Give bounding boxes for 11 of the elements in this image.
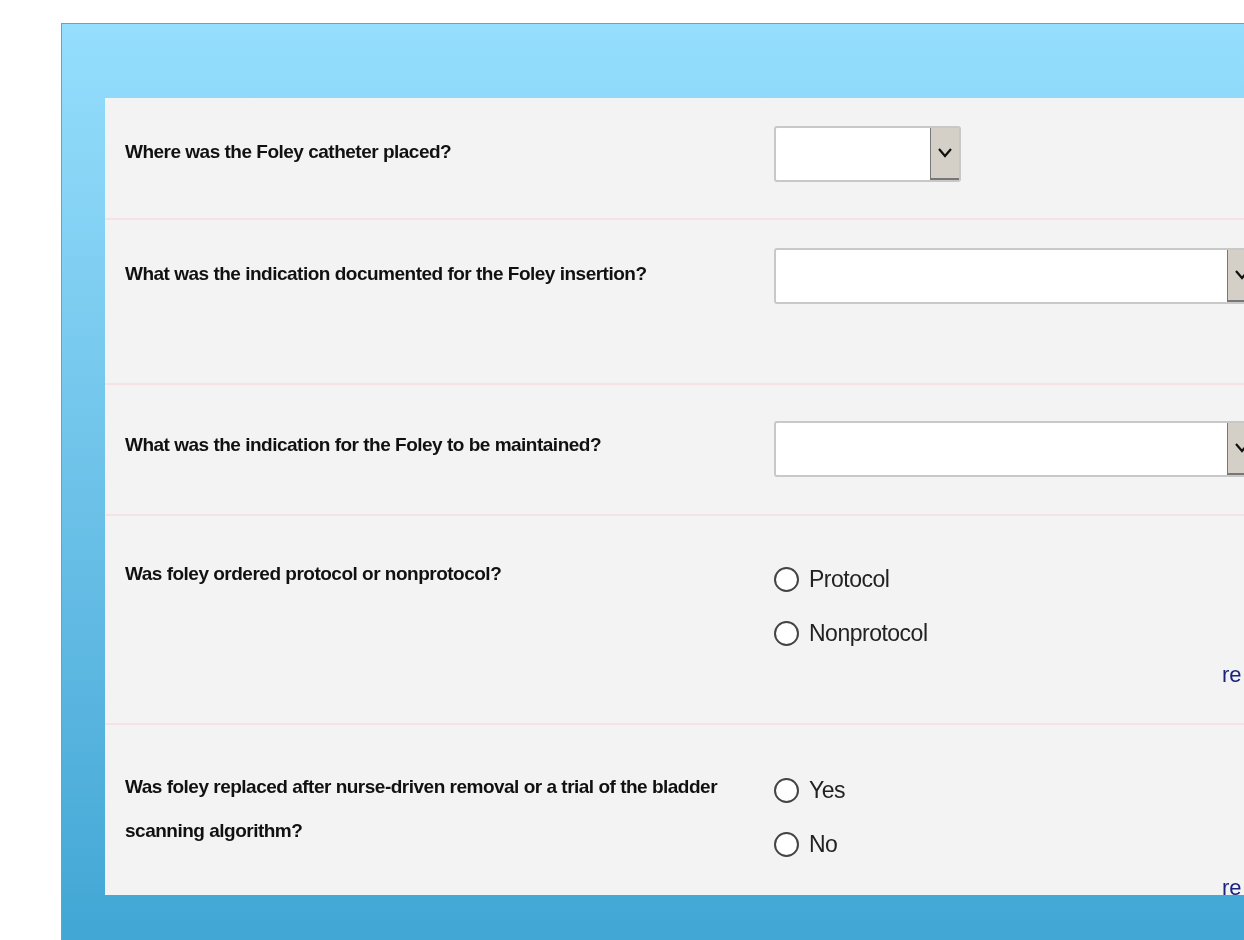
question-label: What was the indication for the Foley to be maintained? (125, 433, 603, 457)
reset-link[interactable]: re (1222, 658, 1242, 691)
question-label: Where was the Foley catheter placed? (125, 140, 453, 164)
option-label: No (809, 829, 838, 859)
question-label: Was foley replaced after nurse-driven removal or a trial of the bladder scanning algorithm? (125, 775, 719, 843)
question-label: Was foley ordered protocol or nonprotocol? (125, 562, 503, 586)
option-label: Yes (809, 775, 846, 805)
question-label: What was the indication documented for the Foley insertion? (125, 262, 648, 286)
reset-link[interactable]: re (1222, 871, 1242, 895)
option-label: Protocol (809, 564, 890, 594)
option-label: Nonprotocol (809, 618, 928, 648)
